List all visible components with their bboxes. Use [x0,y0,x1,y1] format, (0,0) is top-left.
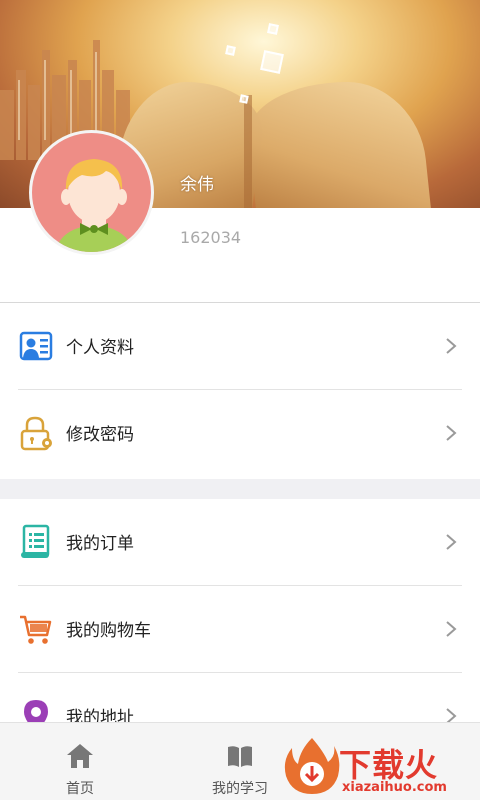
watermark-domain: xiazaihuo.com [342,780,447,795]
watermark-logo: 下载火 xiazaihuo.com [284,736,480,800]
location-pin-icon [24,700,48,722]
floating-cube [267,23,279,35]
id-card-icon [19,331,53,361]
user-id: 162034 [180,228,242,247]
home-icon [67,744,93,768]
flame-logo-icon [284,738,340,794]
chevron-right-icon [446,425,457,441]
avatar-illustration [55,159,134,252]
menu-item-label: 我的地址 [66,708,134,722]
tab-my-learning[interactable]: 我的学习 [180,723,300,800]
floating-cube [239,94,249,104]
avatar[interactable] [29,130,154,255]
menu-item-change-password[interactable]: 修改密码 [0,390,480,477]
book-icon [228,746,252,767]
chevron-right-icon [446,338,457,354]
lock-gear-icon [20,416,52,451]
menu-item-orders[interactable]: 我的订单 [0,499,480,586]
open-book-right-page [242,82,433,208]
user-name: 余伟 [180,175,214,195]
menu-item-cart[interactable]: 我的购物车 [0,586,480,673]
menu-item-label: 我的订单 [66,534,134,554]
tab-label: 我的学习 [212,781,268,797]
account-settings-group: 个人资料 修改密码 [0,303,480,479]
shopping-cart-icon [20,615,52,644]
orders-group: 我的订单 我的购物车 我的地址 [0,499,480,722]
floating-cube [225,45,236,56]
tab-home[interactable]: 首页 [20,723,140,800]
book-spine [244,95,252,208]
menu-item-label: 我的购物车 [66,621,151,641]
chevron-right-icon [446,534,457,550]
menu-item-label: 个人资料 [66,338,134,358]
menu-item-label: 修改密码 [66,425,134,445]
tab-label: 首页 [66,781,94,797]
profile-page: 余伟 162034 个人资料 修改密码 我的订单 我的购物车 我的地址 首页 我… [0,0,480,800]
chevron-right-icon [446,621,457,637]
menu-item-profile[interactable]: 个人资料 [0,303,480,390]
chevron-right-icon [446,708,457,722]
order-list-icon [21,524,50,558]
menu-item-address[interactable]: 我的地址 [0,673,480,722]
floating-cube [260,50,284,74]
